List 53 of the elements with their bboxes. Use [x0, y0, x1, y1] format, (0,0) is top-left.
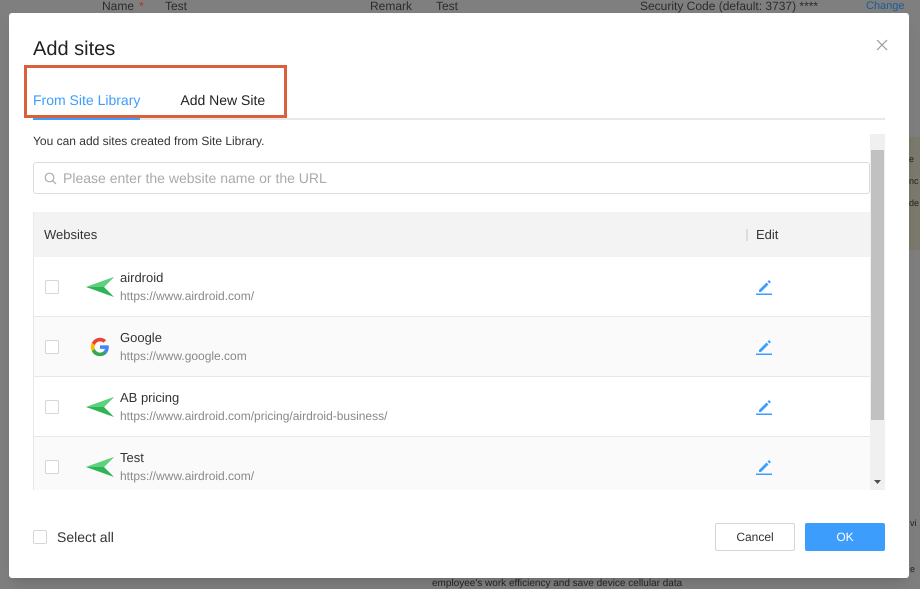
edit-button[interactable]	[756, 458, 772, 474]
close-button[interactable]	[875, 38, 889, 52]
pencil-icon	[756, 458, 772, 474]
edit-button[interactable]	[756, 338, 772, 354]
notice-text: nc	[909, 175, 919, 188]
site-name: AB pricing	[120, 388, 180, 406]
site-name: Google	[120, 328, 163, 346]
paper-plane-icon	[85, 276, 115, 298]
tab[interactable]: Add New Site	[180, 90, 266, 120]
checkbox[interactable]	[33, 530, 47, 544]
required-mark: *	[139, 0, 144, 13]
pencil-icon	[756, 398, 772, 414]
edit-button[interactable]	[756, 278, 772, 294]
paper-plane-icon	[85, 396, 115, 418]
select-all-label[interactable]: Select all	[57, 526, 114, 548]
column-header: Websites	[43, 226, 98, 244]
site-url: https://www.airdroid.com/pricing/airdroid-business/	[120, 408, 388, 424]
field-label: Name	[102, 0, 134, 13]
field-label: Remark	[370, 0, 412, 13]
table-row[interactable]: Google https://www.google.com	[34, 317, 870, 377]
cancel-button[interactable]: Cancel	[715, 523, 795, 551]
security-code-text: Security Code (default: 3737) ****	[640, 0, 818, 13]
pencil-icon	[756, 278, 772, 294]
checkbox[interactable]	[45, 400, 59, 414]
pencil-icon	[756, 338, 772, 354]
field-value: Test	[436, 0, 458, 13]
checkbox[interactable]	[45, 340, 59, 354]
scrollbar-thumb[interactable]	[871, 150, 884, 420]
search-icon	[44, 172, 57, 184]
google-g-icon	[89, 336, 111, 358]
search-input[interactable]: Please enter the website name or the URL	[63, 168, 869, 188]
body-text: vi	[910, 517, 916, 530]
search-field[interactable]: Please enter the website name or the URL	[33, 162, 870, 194]
body-text: e	[910, 563, 916, 576]
dialog-title: Add sites	[33, 37, 116, 62]
paper-plane-icon	[85, 456, 115, 478]
edit-button[interactable]	[756, 398, 772, 414]
hint-text: You can add sites created from Site Library.	[33, 134, 266, 148]
body-text: employee's work efficiency and save device cellular data	[432, 578, 682, 589]
close-icon	[876, 39, 888, 51]
table-row[interactable]: Test https://www.airdroid.com/	[34, 437, 870, 490]
checkbox[interactable]	[45, 460, 59, 474]
scrollbar[interactable]	[870, 134, 885, 490]
notice-text: e	[909, 153, 914, 166]
checkbox[interactable]	[45, 280, 59, 294]
notice-text: de	[909, 197, 920, 210]
field-value: Test	[165, 0, 188, 13]
site-url: https://www.google.com	[120, 348, 248, 364]
site-name: Test	[120, 448, 145, 466]
site-url: https://www.airdroid.com/	[120, 468, 256, 484]
scroll-down-icon[interactable]	[874, 480, 881, 484]
site-url: https://www.airdroid.com/	[120, 288, 256, 304]
site-name: airdroid	[120, 268, 164, 286]
